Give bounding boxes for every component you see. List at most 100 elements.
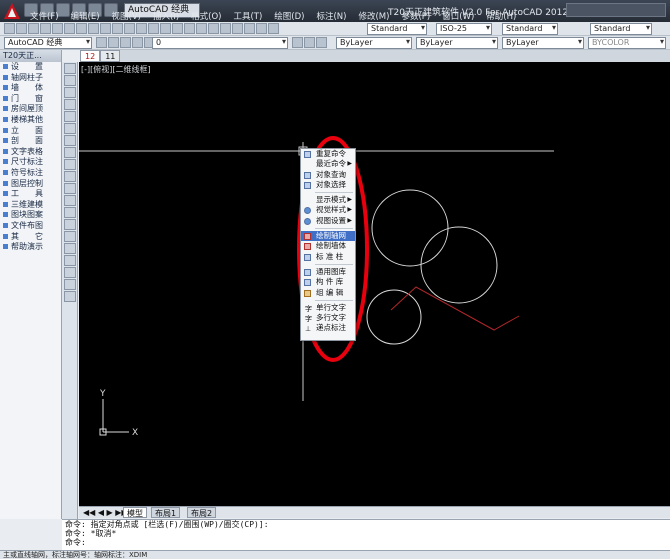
dim-style-select[interactable]: ISO-25 <box>436 23 492 35</box>
menu-dimension[interactable]: 标注(N) <box>310 13 352 22</box>
left-item-3d-model[interactable]: 三维建模 <box>0 200 61 211</box>
ctx-object-query[interactable]: 对象查询 <box>301 170 355 180</box>
help-icon[interactable] <box>268 23 279 34</box>
plotstyle-select[interactable]: BYCOLOR <box>588 37 666 49</box>
ctx-recent-commands[interactable]: 最近命令 ▶ <box>301 159 355 169</box>
menu-edit[interactable]: 编辑(E) <box>65 13 106 22</box>
left-item-section[interactable]: 剖 面 <box>0 136 61 147</box>
add-selected-icon[interactable] <box>64 291 76 302</box>
circle-icon[interactable] <box>64 135 76 146</box>
calc-icon[interactable] <box>256 23 267 34</box>
ctx-multi-line-text[interactable]: 字多行文字 <box>301 313 355 323</box>
menu-view[interactable]: 视图(V) <box>106 13 147 22</box>
tab-layout2[interactable]: 布局2 <box>187 507 217 518</box>
ctx-group-edit[interactable]: 组 编 辑 <box>301 288 355 298</box>
doc-tab-11[interactable]: 11 <box>100 50 121 62</box>
rectangle-icon[interactable] <box>64 111 76 122</box>
mleader-style-select[interactable]: Standard <box>590 23 652 35</box>
lineweight-select[interactable]: ByLayer <box>502 37 584 49</box>
gear-icon[interactable] <box>96 37 107 48</box>
line-icon[interactable] <box>64 63 76 74</box>
layer-manager-icon[interactable] <box>108 37 119 48</box>
ctx-draw-wall[interactable]: 绘制墙体 <box>301 241 355 251</box>
menu-help[interactable]: 帮助(H) <box>480 13 522 22</box>
construction-line-icon[interactable] <box>64 75 76 86</box>
circle-2[interactable] <box>420 226 498 304</box>
layer-states-icon[interactable] <box>316 37 327 48</box>
polyline-icon[interactable] <box>64 87 76 98</box>
ctx-object-select[interactable]: 对象选择 <box>301 180 355 190</box>
ctx-display-mode[interactable]: 显示模式 ▶ <box>301 195 355 205</box>
left-item-settings[interactable]: 设 置 <box>0 62 61 73</box>
gradient-icon[interactable] <box>64 243 76 254</box>
make-current-icon[interactable] <box>292 37 303 48</box>
ctx-point-dimension[interactable]: ⊥ 递点标注 <box>301 323 355 333</box>
command-input[interactable]: 命令: <box>65 538 670 547</box>
polygon-icon[interactable] <box>64 99 76 110</box>
left-item-file-layout[interactable]: 文件布图 <box>0 221 61 232</box>
left-item-layer-control[interactable]: 图层控制 <box>0 179 61 190</box>
save-icon[interactable] <box>28 23 39 34</box>
left-item-other[interactable]: 其 它 <box>0 232 61 243</box>
table-icon[interactable] <box>64 267 76 278</box>
circle-3[interactable] <box>366 289 422 345</box>
tool-palette-icon[interactable] <box>220 23 231 34</box>
left-item-dimension[interactable]: 尺寸标注 <box>0 157 61 168</box>
open-icon[interactable] <box>16 23 27 34</box>
ctx-draw-axis-grid[interactable]: 绘制轴网 <box>301 231 355 242</box>
revcloud-icon[interactable] <box>64 147 76 158</box>
tab-layout1[interactable]: 布局1 <box>151 507 181 518</box>
make-block-icon[interactable] <box>64 207 76 218</box>
app-logo-icon[interactable] <box>2 1 22 21</box>
design-center-icon[interactable] <box>208 23 219 34</box>
ctx-common-library[interactable]: 通用图库 <box>301 267 355 277</box>
red-polyline[interactable] <box>390 286 520 331</box>
left-item-text-table[interactable]: 文字表格 <box>0 147 61 158</box>
sheet-set-icon[interactable] <box>232 23 243 34</box>
insert-block-icon[interactable] <box>64 195 76 206</box>
layer-select[interactable]: 0 <box>152 37 288 49</box>
markup-icon[interactable] <box>244 23 255 34</box>
ctx-visual-style[interactable]: 视觉样式 ▶ <box>301 205 355 215</box>
mtext-icon[interactable] <box>64 279 76 290</box>
menu-tools[interactable]: 工具(T) <box>227 13 268 22</box>
lightbulb-icon[interactable] <box>120 37 131 48</box>
region-icon[interactable] <box>64 255 76 266</box>
left-item-help[interactable]: 帮助演示 <box>0 242 61 253</box>
zoom-icon[interactable] <box>160 23 171 34</box>
left-item-door-window[interactable]: 门 窗 <box>0 94 61 105</box>
menu-parametric[interactable]: 参数(P) <box>395 13 436 22</box>
drawing-canvas[interactable]: [-][俯视][二维线框] Y X <box>79 62 670 506</box>
paste-icon[interactable] <box>100 23 111 34</box>
new-icon[interactable] <box>4 23 15 34</box>
menu-modify[interactable]: 修改(M) <box>352 13 395 22</box>
point-icon[interactable] <box>64 219 76 230</box>
layout-nav-arrows[interactable]: ◀◀ ◀ ▶ ▶▶ <box>83 508 128 517</box>
ctx-repeat-command[interactable]: 重复命令 <box>301 149 355 159</box>
search-box[interactable] <box>566 3 666 17</box>
cut-icon[interactable] <box>76 23 87 34</box>
left-item-block-pattern[interactable]: 图块图案 <box>0 210 61 221</box>
menu-insert[interactable]: 插入(I) <box>147 13 185 22</box>
left-item-wall[interactable]: 墙 体 <box>0 83 61 94</box>
left-item-tools[interactable]: 工 具 <box>0 189 61 200</box>
menu-draw[interactable]: 绘图(D) <box>268 13 310 22</box>
left-item-elevation[interactable]: 立 面 <box>0 126 61 137</box>
zoom-prev-icon[interactable] <box>184 23 195 34</box>
workspace-select[interactable]: AutoCAD 经典 <box>4 37 92 49</box>
color-select[interactable]: ByLayer <box>336 37 412 49</box>
ellipse-arc-icon[interactable] <box>64 183 76 194</box>
left-item-symbol[interactable]: 符号标注 <box>0 168 61 179</box>
ctx-single-line-text[interactable]: 字单行文字 <box>301 303 355 313</box>
circle-1[interactable] <box>371 189 449 267</box>
sun-icon[interactable] <box>132 37 143 48</box>
layer-previous-icon[interactable] <box>304 37 315 48</box>
text-style-select[interactable]: Standard <box>367 23 427 35</box>
pan-icon[interactable] <box>148 23 159 34</box>
ctx-view-settings[interactable]: 视图设置 ▶ <box>301 216 355 226</box>
properties-icon[interactable] <box>196 23 207 34</box>
spline-icon[interactable] <box>64 159 76 170</box>
tab-model[interactable]: 模型 <box>123 507 147 518</box>
match-prop-icon[interactable] <box>112 23 123 34</box>
undo-icon[interactable] <box>124 23 135 34</box>
